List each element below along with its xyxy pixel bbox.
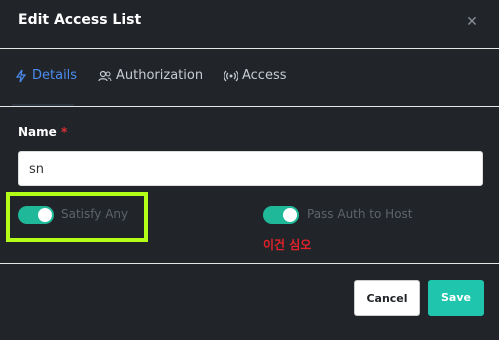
footer-divider: [0, 263, 499, 264]
tab-access-label: Access: [242, 68, 287, 83]
tab-authorization-label: Authorization: [116, 68, 204, 83]
toggle-knob: [283, 208, 297, 222]
save-button[interactable]: Save: [428, 280, 484, 316]
tabs-divider: [0, 106, 499, 107]
tab-authorization[interactable]: Authorization: [98, 68, 203, 83]
annotation-highlight-box: [6, 192, 148, 242]
name-input[interactable]: sn: [18, 151, 483, 186]
header-divider: [0, 48, 499, 49]
lightning-icon: [15, 69, 27, 82]
pass-auth-toggle[interactable]: [263, 206, 299, 224]
modal-title: Edit Access List: [18, 12, 142, 28]
pass-auth-label: Pass Auth to Host: [307, 207, 413, 221]
tab-bar: Details Authorization Access: [0, 50, 499, 106]
edit-access-list-modal: Edit Access List ✕ Details Authorization: [0, 0, 499, 340]
tab-details-label: Details: [32, 68, 78, 83]
users-icon: [98, 70, 112, 81]
broadcast-icon: [224, 70, 238, 81]
close-icon[interactable]: ✕: [462, 12, 482, 32]
modal-header: Edit Access List ✕: [0, 0, 499, 48]
cancel-button[interactable]: Cancel: [354, 280, 420, 316]
tab-details[interactable]: Details: [14, 68, 77, 83]
annotation-note: 이건 심오: [263, 238, 312, 252]
name-label-text: Name: [18, 125, 57, 139]
name-field-label: Name *: [18, 125, 67, 139]
required-marker: *: [60, 125, 68, 139]
tab-access[interactable]: Access: [224, 68, 287, 83]
